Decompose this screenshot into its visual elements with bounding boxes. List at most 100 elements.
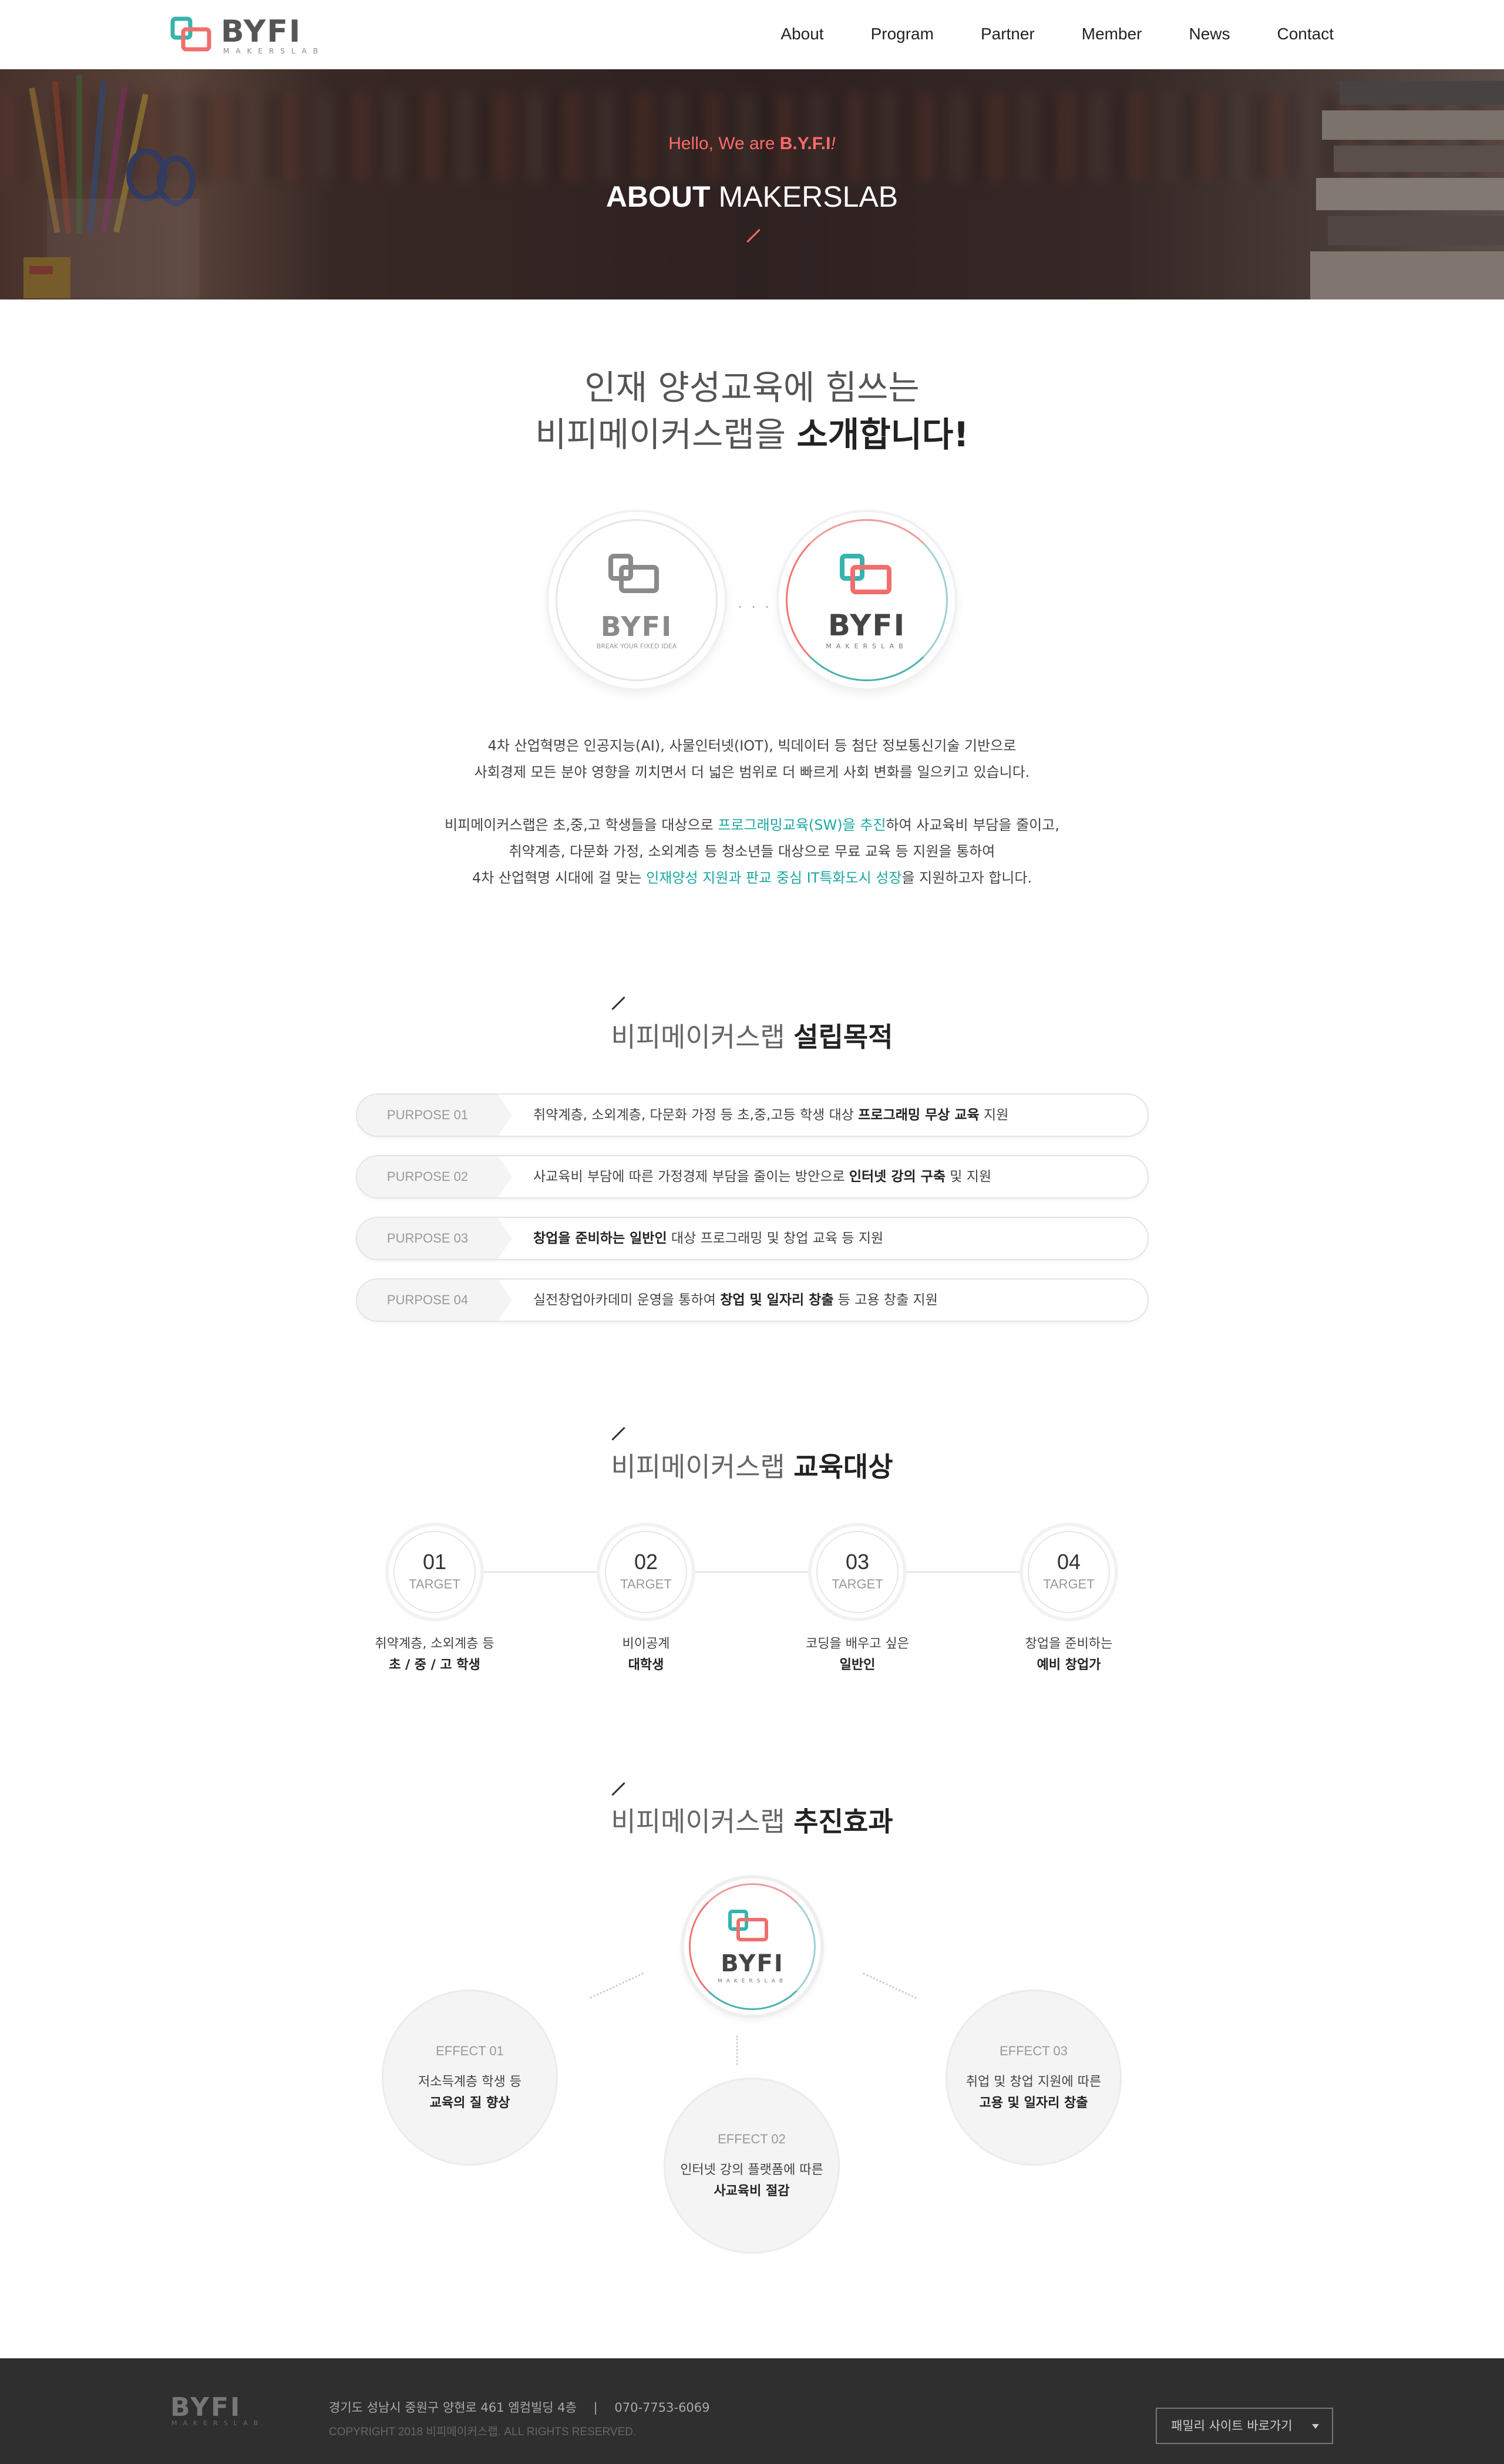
hero-title-bold: ABOUT — [605, 180, 711, 213]
site-header: BYFI MAKERSLAB About Program Partner Mem… — [0, 0, 1504, 69]
purpose-tag: PURPOSE 04 — [357, 1280, 512, 1321]
new-logo-tagline: MAKERSLAB — [826, 642, 908, 650]
chevron-down-icon — [1312, 2424, 1319, 2429]
target-desc-line1: 취약계층, 소외계층 등 — [375, 1637, 494, 1651]
purpose-text-bold: 인터넷 강의 구축 — [849, 1169, 946, 1184]
effect-text: 저소득계층 학생 등 교육의 질 향상 — [382, 2072, 558, 2114]
purpose-text-a: 실전창업아카데미 운영을 통하여 — [533, 1292, 721, 1308]
intro-p2-l3-a: 4차 산업혁명 시대에 걸 맞는 — [472, 870, 647, 886]
nav-partner[interactable]: Partner — [981, 25, 1035, 43]
old-logo-icon — [608, 554, 659, 593]
logo-subtitle: MAKERSLAB — [223, 47, 325, 55]
footer-logo-subtitle: MAKERSLAB — [171, 2419, 264, 2427]
effect-circle: EFFECT 03 취업 및 창업 지원에 따른고용 및 일자리 창출 — [946, 1990, 1122, 2166]
target-description: 코딩을 배우고 싶은 일반인 — [763, 1634, 951, 1676]
target-circle: 03 TARGET — [812, 1526, 903, 1618]
purpose-row: PURPOSE 01 취약계층, 소외계층, 다문화 가정 등 초,중,고등 학… — [356, 1093, 1149, 1137]
hero-title-rest: MAKERSLAB — [710, 180, 899, 213]
main-nav: About Program Partner Member News Contac… — [780, 25, 1334, 43]
target-desc-line2: 초 / 중 / 고 학생 — [389, 1658, 480, 1672]
purpose-text-c: 등 고용 창출 지원 — [833, 1292, 938, 1308]
intro-p2-l3-highlight: 인재양성 지원과 판교 중심 IT특화도시 성장 — [646, 870, 902, 886]
footer-address-line: 경기도 성남시 중원구 양현로 461 엠컴빌딩 4층 | 070-7753-6… — [329, 2398, 710, 2416]
hero-greeting-suffix: ! — [830, 134, 836, 153]
footer-phone: 070-7753-6069 — [614, 2401, 710, 2415]
intro-p1-line1: 4차 산업혁명은 인공지능(AI), 사물인터넷(IOT), 빅데이터 등 첨단… — [487, 738, 1017, 754]
target-number: 03 — [845, 1550, 870, 1574]
intro-p2-l1-highlight: 프로그래밍교육(SW)을 추진 — [718, 817, 886, 833]
target-description: 취약계층, 소외계층 등 초 / 중 / 고 학생 — [341, 1634, 529, 1676]
intro-p2-l1-b: 하여 사교육비 부담을 줄이고, — [886, 817, 1059, 833]
target-desc-line1: 창업을 준비하는 — [1025, 1637, 1113, 1651]
purpose-row: PURPOSE 02 사교육비 부담에 따른 가정경제 부담을 줄이는 방안으로… — [356, 1155, 1149, 1199]
intro-p2-line3: 4차 산업혁명 시대에 걸 맞는 인재양성 지원과 판교 중심 IT특화도시 성… — [0, 865, 1504, 891]
purpose-text-a: 취약계층, 소외계층, 다문화 가정 등 초,중,고등 학생 대상 — [533, 1108, 859, 1123]
effect-text-line2: 교육의 질 향상 — [429, 2096, 510, 2110]
site-logo[interactable]: BYFI MAKERSLAB — [170, 14, 325, 55]
target-heading: 비피메이커스랩 교육대상 — [0, 1446, 1504, 1485]
nav-contact[interactable]: Contact — [1277, 25, 1334, 43]
target-label: TARGET — [409, 1577, 460, 1591]
family-site-label: 패밀리 사이트 바로가기 — [1171, 2419, 1293, 2433]
target-number: 01 — [422, 1550, 447, 1574]
effect-heading-bold: 추진효과 — [793, 1806, 893, 1837]
target-circle: 01 TARGET — [389, 1526, 480, 1618]
effect-text-line2: 고용 및 일자리 창출 — [979, 2096, 1088, 2110]
nav-program[interactable]: Program — [871, 25, 934, 43]
purpose-row: PURPOSE 03 창업을 준비하는 일반인 대상 프로그래밍 및 창업 교육… — [356, 1217, 1149, 1260]
intro-p2-line2: 취약계층, 다문화 가정, 소외계층 등 청소년들 대상으로 무료 교육 등 지… — [509, 843, 995, 860]
hero-greeting-prefix: Hello, We are — [668, 134, 780, 153]
effect-text-line1: 취업 및 창업 지원에 따른 — [965, 2075, 1102, 2089]
purpose-tag: PURPOSE 03 — [357, 1218, 512, 1259]
nav-news[interactable]: News — [1189, 25, 1230, 43]
intro-paragraph-2: 비피메이커스랩은 초,중,고 학생들을 대상으로 프로그래밍교육(SW)을 추진… — [0, 812, 1504, 891]
byfi-logo-icon — [170, 16, 211, 52]
hero-greeting: Hello, We are B.Y.F.I! — [0, 134, 1504, 154]
old-logo-word: BYFI — [600, 611, 673, 642]
logo-wordmark: BYFI — [221, 14, 302, 49]
purpose-heading-plain: 비피메이커스랩 — [611, 1021, 794, 1053]
intro-paragraph-1: 4차 산업혁명은 인공지능(AI), 사물인터넷(IOT), 빅데이터 등 첨단… — [0, 733, 1504, 786]
purpose-text-c: 지원 — [979, 1108, 1009, 1123]
purpose-text: 창업을 준비하는 일반인 대상 프로그래밍 및 창업 교육 등 지원 — [533, 1218, 883, 1259]
family-site-select[interactable]: 패밀리 사이트 바로가기 — [1156, 2408, 1333, 2444]
effect-circle: EFFECT 02 인터넷 강의 플랫폼에 따른 사교육비 절감 — [664, 2078, 840, 2254]
footer-address: 경기도 성남시 중원구 양현로 461 엠컴빌딩 4층 — [329, 2401, 577, 2415]
intro-p1-line2: 사회경제 모든 분야 영향을 끼치면서 더 넓은 범위로 더 빠르게 사회 변화… — [474, 764, 1030, 780]
effect-center-logo: BYFI MAKERSLAB — [684, 1879, 820, 2015]
effect-slash-decoration — [611, 1782, 625, 1796]
effect-label: EFFECT 01 — [436, 2044, 504, 2058]
site-footer: BYFI MAKERSLAB 경기도 성남시 중원구 양현로 461 엠컴빌딩 … — [0, 2358, 1504, 2464]
footer-separator: | — [593, 2401, 598, 2415]
effect-text: 취업 및 창업 지원에 따른고용 및 일자리 창출 — [946, 2072, 1122, 2114]
purpose-text-c: 및 지원 — [946, 1169, 992, 1184]
purpose-slash-decoration — [611, 996, 625, 1011]
old-logo-circle: BYFI BREAK YOUR FIXED IDEA — [549, 512, 725, 688]
new-logo-circle: BYFI MAKERSLAB — [779, 512, 955, 688]
target-description: 비이공계 대학생 — [552, 1634, 740, 1676]
target-desc-line2: 대학생 — [628, 1658, 664, 1672]
nav-member[interactable]: Member — [1082, 25, 1142, 43]
target-label: TARGET — [832, 1577, 883, 1591]
purpose-text-bold: 창업을 준비하는 일반인 — [533, 1231, 667, 1246]
target-circle: 04 TARGET — [1023, 1526, 1115, 1618]
target-label: TARGET — [620, 1577, 672, 1591]
effect-label: EFFECT 03 — [1000, 2044, 1068, 2058]
purpose-tag: PURPOSE 02 — [357, 1156, 512, 1197]
effect-connector-dots — [736, 2035, 738, 2065]
hero-greeting-brand: B.Y.F.I — [779, 134, 831, 153]
purpose-text: 취약계층, 소외계층, 다문화 가정 등 초,중,고등 학생 대상 프로그래밍 … — [533, 1095, 1008, 1136]
purpose-text-bold: 프로그래밍 무상 교육 — [858, 1108, 980, 1123]
effect-connector-dots — [863, 1972, 917, 1999]
intro-heading-bold: 소개합니다! — [796, 415, 969, 455]
effect-heading-plain: 비피메이커스랩 — [611, 1806, 794, 1837]
effect-text: 인터넷 강의 플랫폼에 따른 사교육비 절감 — [664, 2160, 840, 2202]
nav-about[interactable]: About — [780, 25, 823, 43]
purpose-text-a: 사교육비 부담에 따른 가정경제 부담을 줄이는 방안으로 — [533, 1169, 849, 1184]
purpose-text: 사교육비 부담에 따른 가정경제 부담을 줄이는 방안으로 인터넷 강의 구축 … — [533, 1156, 991, 1197]
effect-text-line1: 인터넷 강의 플랫폼에 따른 — [680, 2163, 823, 2177]
target-desc-line1: 코딩을 배우고 싶은 — [806, 1637, 909, 1651]
purpose-heading: 비피메이커스랩 설립목적 — [0, 1016, 1504, 1055]
purpose-text-c: 대상 프로그래밍 및 창업 교육 등 지원 — [667, 1231, 884, 1246]
footer-logo: BYFI — [170, 2392, 242, 2422]
